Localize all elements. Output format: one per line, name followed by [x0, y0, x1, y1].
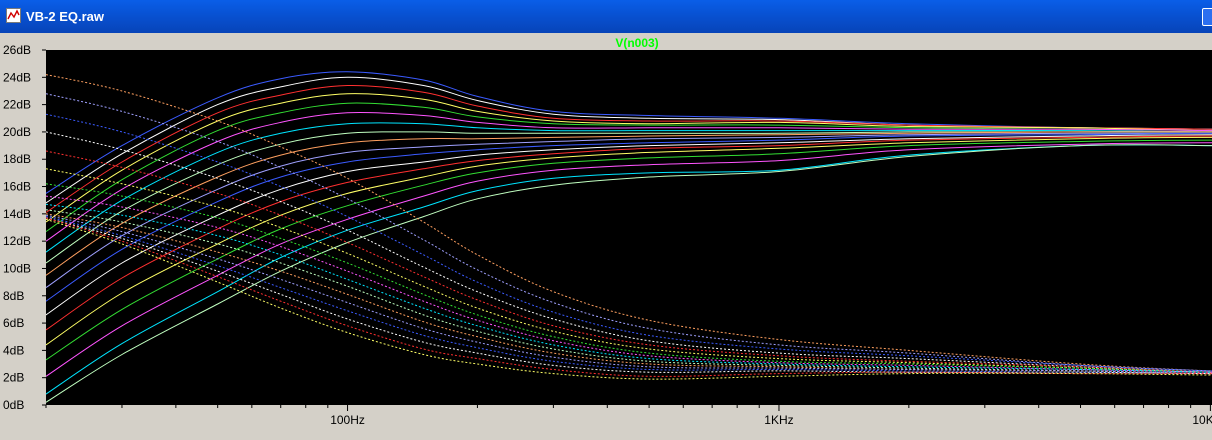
- y-tick-label: 6dB: [3, 316, 24, 330]
- y-tick-label: 4dB: [3, 343, 24, 357]
- y-tick-label: 24dB: [3, 70, 31, 84]
- y-tick-label: 16dB: [3, 180, 31, 194]
- y-tick-label: 2dB: [3, 371, 24, 385]
- window-control-button[interactable]: [1202, 8, 1212, 26]
- y-tick-label: 18dB: [3, 152, 31, 166]
- waveform-window: VB-2 EQ.raw V(n003) 0dB 2dB 4dB 6dB 8dB 10dB 1…: [0, 0, 1212, 435]
- waveform-app-icon: [6, 8, 21, 23]
- x-tick-label: 1KHz: [764, 413, 793, 427]
- y-tick-label: 8dB: [3, 289, 24, 303]
- trace-title[interactable]: V(n003): [615, 36, 658, 50]
- y-tick-label: 22dB: [3, 98, 31, 112]
- y-tick-label: 12dB: [3, 234, 31, 248]
- y-tick-label: 20dB: [3, 125, 31, 139]
- y-tick-label: 10dB: [3, 261, 31, 275]
- y-tick-label: 0dB: [3, 398, 24, 412]
- title-bar[interactable]: VB-2 EQ.raw: [0, 0, 1212, 33]
- plot-area: V(n003) 0dB 2dB 4dB 6dB 8dB 10dB 12dB 14dB 16dB 1…: [0, 33, 1212, 435]
- y-tick-label: 14dB: [3, 207, 31, 221]
- y-tick-label: 26dB: [3, 43, 31, 57]
- bode-plot[interactable]: V(n003) 0dB 2dB 4dB 6dB 8dB 10dB 12dB 14dB 16dB 1…: [0, 33, 1212, 435]
- window-title: VB-2 EQ.raw: [26, 9, 105, 24]
- x-tick-label: 10KHz: [1192, 413, 1212, 427]
- x-tick-label: 100Hz: [330, 413, 365, 427]
